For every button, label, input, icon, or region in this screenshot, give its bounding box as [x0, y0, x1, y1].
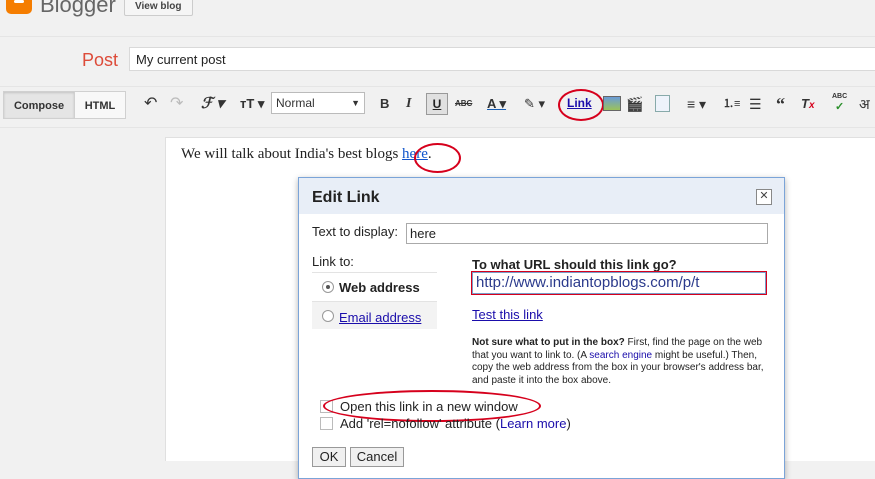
radio-email-address[interactable] — [322, 310, 334, 322]
bold-button[interactable]: B — [380, 94, 389, 114]
link-to-label: Link to: — [312, 254, 354, 269]
url-prompt: To what URL should this link go? — [472, 257, 677, 272]
nofollow-close: ) — [566, 416, 571, 431]
learn-more-link[interactable]: Learn more — [500, 416, 566, 431]
link-button[interactable]: Link — [567, 96, 592, 110]
insert-image-icon[interactable] — [603, 96, 621, 111]
text-to-display-label: Text to display: — [312, 224, 398, 239]
radio-web-address[interactable] — [322, 281, 334, 293]
nofollow-checkbox[interactable] — [320, 417, 333, 430]
nofollow-text: Add 'rel=nofollow' attribute ( — [340, 416, 500, 431]
underline-button[interactable]: U — [426, 93, 448, 115]
post-label: Post — [82, 50, 119, 70]
blogger-logo-icon[interactable] — [6, 0, 32, 14]
view-blog-button[interactable]: View blog — [124, 0, 193, 16]
spellcheck-label: ABC — [832, 93, 848, 100]
jump-break-icon[interactable] — [655, 95, 670, 112]
app-name[interactable]: Blogger — [40, 0, 116, 18]
nofollow-label: Add 'rel=nofollow' attribute (Learn more… — [340, 416, 571, 431]
undo-icon[interactable]: ↶ — [144, 94, 157, 114]
check-icon: ✓ — [834, 101, 845, 113]
top-bar: Blogger View blog — [0, 0, 875, 37]
option-email-address[interactable]: Email address — [312, 301, 437, 329]
editor-text-after: . — [427, 146, 432, 162]
strikethrough-button[interactable]: ABC — [455, 94, 472, 114]
dialog-title: Edit Link — [312, 189, 380, 206]
remove-x-icon: x — [808, 100, 815, 111]
bullet-list-icon[interactable]: ☰ — [749, 94, 762, 114]
editor-link-here[interactable]: here — [402, 146, 428, 162]
new-window-checkbox[interactable] — [320, 400, 333, 413]
numbered-list-icon[interactable]: ⒈≡ — [723, 94, 740, 114]
help-text: Not sure what to put in the box? First, … — [472, 337, 764, 387]
redo-icon[interactable]: ↷ — [170, 94, 183, 114]
editor-text-before: We will talk about India's best blogs — [181, 146, 403, 162]
option-web-address-label: Web address — [339, 280, 420, 295]
input-tools-button[interactable]: अ — [859, 94, 870, 114]
new-window-label: Open this link in a new window — [340, 399, 518, 414]
quote-icon[interactable]: “ — [776, 94, 785, 114]
chevron-down-icon: ▼ — [351, 98, 360, 108]
format-select-value: Normal — [276, 96, 315, 110]
italic-button[interactable]: I — [406, 94, 411, 114]
test-link[interactable]: Test this link — [472, 307, 543, 322]
option-email-address-label[interactable]: Email address — [339, 310, 421, 325]
close-icon[interactable]: ✕ — [756, 189, 772, 205]
url-input[interactable]: http://www.indiantopblogs.com/p/t — [472, 272, 766, 294]
search-engine-link[interactable]: search engine — [589, 350, 652, 361]
post-title-input[interactable]: My current post — [129, 47, 875, 71]
ok-button[interactable]: OK — [312, 447, 346, 467]
spellcheck-button[interactable]: ABC ✓ — [832, 92, 848, 113]
format-select[interactable]: Normal ▼ — [271, 92, 365, 114]
help-bold: Not sure what to put in the box? — [472, 337, 625, 348]
editor-content: We will talk about India's best blogs he… — [181, 146, 432, 163]
highlight-color-icon[interactable]: ✎ ▾ — [524, 94, 545, 114]
dialog-header: Edit Link ✕ — [299, 178, 784, 214]
font-size-icon[interactable]: ᴛT ▾ — [240, 94, 264, 114]
alignment-icon[interactable]: ≡ ▾ — [687, 94, 706, 114]
text-color-icon[interactable]: A ▾ — [487, 94, 506, 114]
font-family-icon[interactable]: ℱ ▾ — [201, 94, 224, 114]
text-to-display-input[interactable]: here — [406, 223, 768, 244]
insert-video-icon[interactable]: 🎬 — [626, 94, 643, 114]
remove-formatting-icon[interactable]: Tx — [801, 94, 815, 114]
option-web-address[interactable]: Web address — [312, 272, 437, 300]
cancel-button[interactable]: Cancel — [350, 447, 404, 467]
html-mode-button[interactable]: HTML — [74, 91, 126, 119]
compose-mode-button[interactable]: Compose — [3, 91, 75, 119]
